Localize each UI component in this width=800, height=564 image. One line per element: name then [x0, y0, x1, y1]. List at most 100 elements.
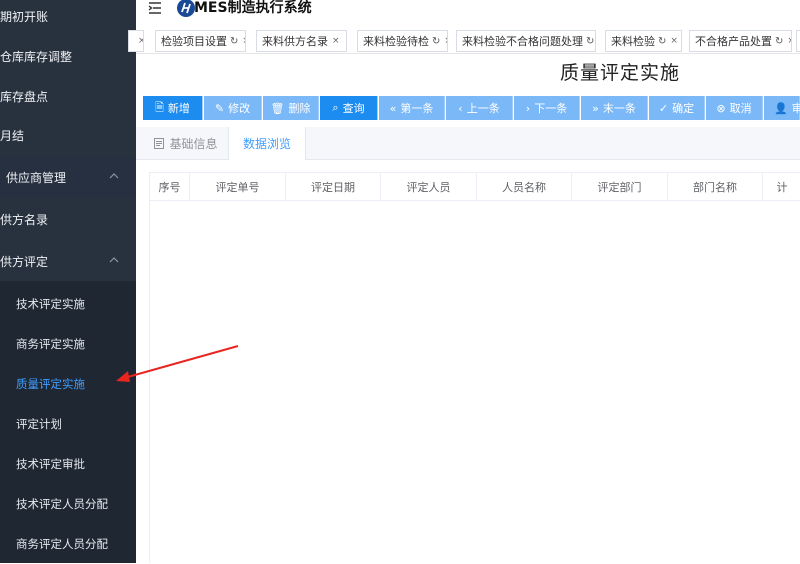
- tag-label: 来料供方名录: [262, 35, 328, 48]
- column-header[interactable]: 评定单号: [190, 173, 286, 201]
- column-header[interactable]: 评定人员: [381, 173, 477, 201]
- first-record-button[interactable]: «第一条: [379, 96, 445, 120]
- refresh-icon[interactable]: ↻: [432, 36, 440, 47]
- button-label: 修改: [228, 102, 251, 115]
- sidebar-item-label: 库存盘点: [0, 89, 49, 104]
- button-label: 第一条: [400, 102, 434, 115]
- tag-item[interactable]: 不合格产品处置↻ ×: [689, 30, 792, 52]
- tag-item[interactable]: 来料检验不合格问题处理↻×: [456, 30, 596, 52]
- button-label: 确定: [672, 102, 695, 115]
- tag-label: 检验项目设置: [161, 35, 227, 48]
- tab-data-browse[interactable]: 数据浏览: [228, 127, 306, 160]
- sidebar-item-supplier-list[interactable]: 供方名录: [0, 199, 136, 239]
- column-header[interactable]: 计: [763, 173, 800, 201]
- check-circle-icon: ✓: [658, 101, 669, 115]
- chevron-left-icon: ‹: [458, 101, 463, 115]
- column-header[interactable]: 人员名称: [477, 173, 572, 201]
- button-label: 取消: [729, 102, 752, 115]
- sidebar-item-label: 期初开账: [0, 9, 49, 24]
- add-button[interactable]: 🗎 新增: [143, 96, 203, 120]
- close-circle-icon: ⊗: [716, 101, 726, 115]
- tag-scroll-right[interactable]: [796, 30, 800, 52]
- sidebar-item-label: 仓库库存调整: [0, 49, 73, 64]
- logo-icon: [176, 0, 196, 18]
- sidebar-subitem-tech-eval[interactable]: 技术评定实施: [0, 284, 136, 324]
- tags-view-bar: × 检验项目设置↻× 来料供方名录× 来料检验待检↻× 来料检验不合格问题处理↻…: [128, 28, 800, 54]
- document-icon: [154, 137, 165, 149]
- delete-button[interactable]: 🗑 删除: [263, 96, 319, 120]
- column-header[interactable]: 序号: [150, 173, 190, 201]
- button-label: 删除: [288, 102, 311, 115]
- approve-button[interactable]: 👤 审: [764, 96, 800, 120]
- tab-label: 基础信息: [169, 136, 218, 151]
- button-label: 上一条: [466, 102, 500, 115]
- tab-label: 数据浏览: [242, 137, 291, 151]
- cancel-button[interactable]: ⊗ 取消: [706, 96, 763, 120]
- edit-button[interactable]: ✎ 修改: [204, 96, 262, 120]
- sidebar-item-month-close[interactable]: 月结: [0, 115, 136, 155]
- sidebar-item-label: 商务评定实施: [16, 337, 85, 351]
- sidebar-item-supplier-eval[interactable]: 供方评定: [0, 241, 136, 281]
- tag-item[interactable]: 来料检验 ↻ ×: [605, 30, 682, 52]
- table-header: 序号 评定单号 评定日期 评定人员 人员名称 评定部门 部门名称 计: [150, 172, 800, 201]
- sidebar-subitem-biz-assign[interactable]: 商务评定人员分配: [0, 524, 136, 564]
- menu-fold-icon[interactable]: [148, 2, 162, 14]
- sidebar-subitem-eval-plan[interactable]: 评定计划: [0, 404, 136, 444]
- tag-label: 来料检验: [611, 35, 655, 48]
- sidebar-item-label: 技术评定实施: [16, 297, 85, 311]
- annotation-arrow-icon: [116, 345, 239, 382]
- refresh-icon[interactable]: ↻: [775, 36, 783, 47]
- close-icon[interactable]: ×: [332, 36, 340, 46]
- button-label: 审: [791, 102, 800, 115]
- tag-item[interactable]: 检验项目设置↻ ×: [155, 30, 246, 52]
- search-icon: ⌕: [332, 101, 339, 114]
- edit-icon: ✎: [214, 101, 225, 115]
- sidebar-item-label: 技术评定人员分配: [16, 497, 108, 511]
- column-header[interactable]: 评定部门: [572, 173, 668, 201]
- app-title: MES制造执行系统: [194, 0, 312, 16]
- user-icon: 👤: [774, 101, 788, 115]
- double-chevron-left-icon: «: [389, 101, 397, 115]
- tag-label: 来料检验待检: [363, 35, 429, 48]
- page-title: 质量评定实施: [559, 62, 680, 84]
- sidebar-item-supplier-mgmt[interactable]: 供应商管理: [0, 157, 136, 197]
- query-button[interactable]: ⌕ 查询: [320, 96, 378, 120]
- sidebar-subitem-tech-assign[interactable]: 技术评定人员分配: [0, 484, 136, 524]
- refresh-icon[interactable]: ↻: [586, 36, 594, 47]
- sidebar-subitem-tech-approve[interactable]: 技术评定审批: [0, 444, 136, 484]
- data-table: 序号 评定单号 评定日期 评定人员 人员名称 评定部门 部门名称 计: [149, 172, 800, 563]
- next-record-button[interactable]: › 下一条: [514, 96, 580, 120]
- column-header[interactable]: 评定日期: [286, 173, 381, 201]
- chevron-right-icon: ›: [525, 101, 531, 115]
- tabs-bar: 基础信息 数据浏览: [136, 127, 800, 160]
- sidebar-item-label: 供方名录: [0, 212, 49, 227]
- button-label: 查询: [342, 102, 365, 115]
- last-record-button[interactable]: » 末一条: [581, 96, 648, 120]
- button-label: 末一条: [602, 102, 636, 115]
- double-chevron-right-icon: »: [592, 101, 599, 115]
- refresh-icon[interactable]: ↻: [230, 36, 238, 47]
- confirm-button[interactable]: ✓ 确定: [649, 96, 705, 120]
- sidebar-item-label: 商务评定人员分配: [16, 537, 108, 551]
- add-doc-icon: 🗎: [155, 100, 164, 114]
- tag-item[interactable]: 来料供方名录 ×: [256, 30, 347, 52]
- refresh-icon[interactable]: ↻: [658, 36, 666, 47]
- tag-item[interactable]: 来料检验待检↻ ×: [357, 30, 448, 52]
- sidebar-item-label: 月结: [0, 128, 25, 143]
- close-icon[interactable]: ×: [670, 36, 678, 46]
- close-icon[interactable]: ×: [787, 36, 791, 46]
- sidebar-item-stock-adjust[interactable]: 仓库库存调整: [0, 36, 136, 76]
- trash-icon: 🗑: [270, 101, 285, 115]
- tag-label: 不合格产品处置: [695, 35, 772, 48]
- tab-basic-info[interactable]: 基础信息: [144, 127, 228, 159]
- column-header[interactable]: 部门名称: [668, 173, 763, 201]
- prev-record-button[interactable]: ‹ 上一条: [446, 96, 513, 120]
- sidebar-item-opening[interactable]: 期初开账: [0, 0, 136, 36]
- sidebar-item-label: 评定计划: [16, 417, 62, 431]
- button-label: 下一条: [534, 102, 568, 115]
- top-header: MES制造执行系统: [136, 0, 800, 28]
- sidebar-item-stocktake[interactable]: 库存盘点: [0, 76, 136, 116]
- close-icon[interactable]: ×: [242, 36, 245, 46]
- close-icon[interactable]: ×: [444, 36, 447, 46]
- tag-scroll-left[interactable]: ×: [128, 30, 144, 52]
